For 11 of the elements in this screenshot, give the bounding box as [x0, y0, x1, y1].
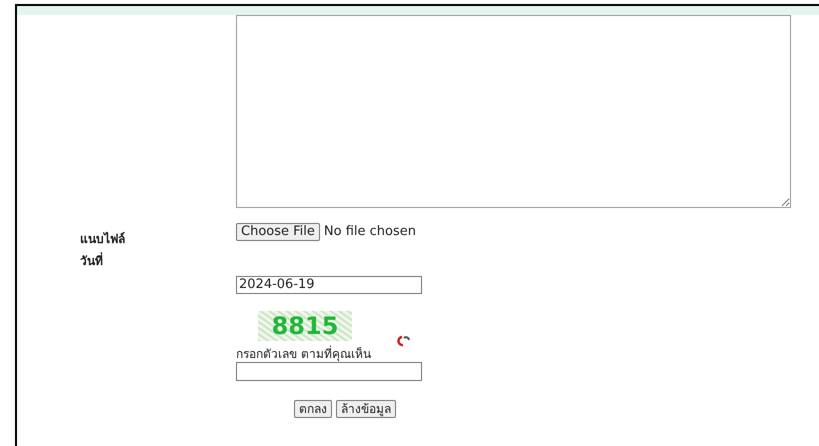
captcha-instruction: กรอกตัวเลข ตามที่คุณเห็น — [236, 347, 371, 361]
reset-button[interactable]: ล้างข้อมูล — [336, 400, 396, 418]
refresh-icon[interactable] — [396, 335, 410, 347]
submit-button[interactable]: ตกลง — [294, 400, 332, 418]
file-status: No file chosen — [324, 223, 416, 241]
date-field[interactable]: 2024-06-19 — [236, 276, 422, 294]
choose-file-button[interactable]: Choose File — [236, 222, 320, 241]
attachment-label: แนบไฟล์ — [80, 232, 125, 246]
date-label: วันที่ — [80, 254, 103, 268]
captcha-image: 8815 — [258, 311, 352, 341]
captcha-field[interactable] — [236, 362, 422, 381]
